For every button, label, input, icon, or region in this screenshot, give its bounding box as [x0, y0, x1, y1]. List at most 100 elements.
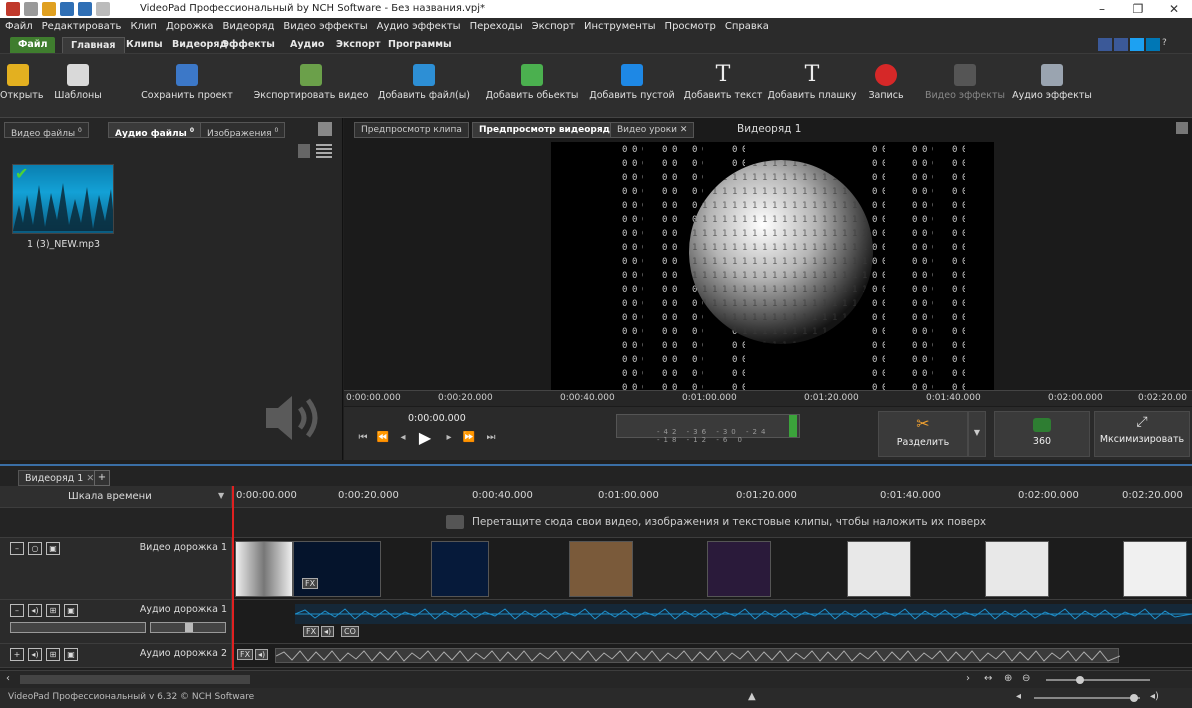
record-button[interactable]: Запись	[864, 58, 908, 101]
volume-down-icon[interactable]: ◂	[1016, 691, 1021, 702]
split-dropdown[interactable]: ▼	[968, 411, 986, 457]
menu-tools[interactable]: Инструменты	[584, 21, 656, 32]
video-clip[interactable]	[569, 541, 633, 597]
menu-file[interactable]: Файл	[5, 21, 33, 32]
tab-audio-files[interactable]: Аудио файлы 0	[108, 122, 202, 139]
master-volume-slider[interactable]	[1034, 694, 1140, 702]
pan-slider[interactable]	[150, 622, 226, 633]
tab-effects[interactable]: Эффекты	[214, 37, 283, 53]
video-effects-button[interactable]: Видео эффекты	[922, 58, 1008, 101]
timeline-scrollbar[interactable]: ‹ › ↔ ⊕ ⊖	[0, 670, 1192, 688]
redo-icon[interactable]	[96, 2, 110, 16]
play-icon[interactable]: ▶	[416, 429, 434, 447]
tab-sequence-1[interactable]: Видеоряд 1 ✕	[18, 470, 102, 486]
menu-edit[interactable]: Редактировать	[42, 21, 122, 32]
expand-track-icon[interactable]: +	[10, 648, 24, 661]
collapse-icon[interactable]: –	[10, 604, 24, 617]
open-folder-icon[interactable]	[42, 2, 56, 16]
undo-icon[interactable]	[78, 2, 92, 16]
maximize-button[interactable]: ⤢ Мксимизировать	[1094, 411, 1190, 457]
overlay-track[interactable]: Перетащите сюда свои видео, изображения …	[0, 508, 1192, 538]
volume-icon[interactable]: ◂)	[28, 648, 42, 661]
like-icon[interactable]	[1098, 38, 1112, 51]
restore-button[interactable]: ❐	[1120, 0, 1156, 18]
step-back-icon[interactable]: ◂	[394, 429, 412, 447]
volume-slider[interactable]	[10, 622, 146, 633]
add-title-button[interactable]: T Добавить плашку	[766, 58, 858, 102]
scroll-left-icon[interactable]: ‹	[6, 673, 10, 684]
menu-video-effects[interactable]: Видео эффекты	[283, 21, 367, 32]
add-objects-button[interactable]: Добавить обьекты	[482, 58, 582, 101]
go-to-end-icon[interactable]: ⏭	[482, 429, 500, 447]
video-clip[interactable]	[847, 541, 911, 597]
master-volume-thumb[interactable]	[1130, 694, 1138, 702]
tab-video-files[interactable]: Видео файлы 0	[4, 122, 89, 139]
video-clip[interactable]	[431, 541, 489, 597]
fx-badge[interactable]: FX	[303, 626, 320, 637]
lock-icon[interactable]: ▣	[64, 604, 78, 617]
audio-clip[interactable]	[275, 648, 1121, 663]
pan-slider-thumb[interactable]	[185, 623, 193, 632]
video-clip[interactable]	[235, 541, 293, 597]
close-button[interactable]: ✕	[1156, 0, 1192, 18]
help-icon[interactable]: ?	[1162, 38, 1176, 51]
menu-transitions[interactable]: Переходы	[470, 21, 523, 32]
tab-programs[interactable]: Программы	[380, 37, 460, 53]
collapse-icon[interactable]: –	[10, 542, 24, 555]
menu-track[interactable]: Дорожка	[166, 21, 214, 32]
twitter-icon[interactable]	[1130, 38, 1144, 51]
fx-badge[interactable]: FX	[302, 578, 319, 589]
bin-options-icon[interactable]	[318, 122, 332, 136]
chain-badge[interactable]: CO	[341, 626, 359, 637]
video-track-1-lane[interactable]: FX	[233, 538, 1192, 600]
tab-images[interactable]: Изображения 0	[200, 122, 286, 139]
zoom-slider-thumb[interactable]	[1076, 676, 1084, 684]
video-clip[interactable]: FX	[293, 541, 381, 597]
scroll-right-icon[interactable]: ›	[966, 673, 970, 684]
tab-video-tutorials[interactable]: Видео уроки ✕	[610, 122, 695, 138]
scroll-thumb[interactable]	[20, 675, 250, 684]
video-clip[interactable]	[985, 541, 1049, 597]
volume-up-icon[interactable]: ◂)	[1150, 691, 1159, 702]
vr360-button[interactable]: 360	[994, 411, 1090, 457]
add-sequence-button[interactable]: +	[94, 470, 110, 486]
audio-clip-thumbnail[interactable]: ✔	[12, 164, 114, 234]
split-button[interactable]: ✂ Разделить	[878, 411, 968, 457]
timeline-scale-selector[interactable]: Шкала времени ▼	[0, 486, 232, 507]
zoom-slider[interactable]	[1046, 676, 1150, 684]
new-file-icon[interactable]	[24, 2, 38, 16]
undock-icon[interactable]	[1176, 122, 1188, 134]
menu-clip[interactable]: Клип	[130, 21, 157, 32]
audio-effects-button[interactable]: Аудио эффекты	[1010, 58, 1094, 101]
list-view-icon[interactable]	[316, 144, 332, 158]
templates-button[interactable]: Шаблоны	[40, 58, 116, 101]
preview-ruler[interactable]: 0:00:00.000 0:00:20.000 0:00:40.000 0:01…	[344, 390, 1192, 406]
linkedin-icon[interactable]	[1146, 38, 1160, 51]
menu-sequence[interactable]: Видеоряд	[223, 21, 275, 32]
lock-icon[interactable]: ▣	[64, 648, 78, 661]
save-icon[interactable]	[60, 2, 74, 16]
volume-icon[interactable]: ◂)	[255, 649, 269, 660]
mixer-icon[interactable]: ⊞	[46, 648, 60, 661]
mixer-icon[interactable]: ⊞	[46, 604, 60, 617]
audio-clip[interactable]	[294, 604, 1192, 624]
zoom-out-icon[interactable]: ⊖	[1022, 673, 1030, 684]
menu-audio-effects[interactable]: Аудио эффекты	[377, 21, 461, 32]
volume-icon[interactable]: ◂)	[321, 626, 335, 637]
volume-icon[interactable]: ◂)	[28, 604, 42, 617]
expand-up-icon[interactable]: ▲	[748, 691, 756, 702]
add-files-button[interactable]: Добавить файл(ы)	[372, 58, 476, 101]
minimize-button[interactable]: –	[1084, 0, 1120, 18]
timeline-scale-row[interactable]: Шкала времени ▼ 0:00:00.000 0:00:20.000 …	[0, 486, 1192, 508]
playhead[interactable]	[232, 486, 234, 670]
add-blank-button[interactable]: Добавить пустой	[586, 58, 678, 101]
tab-file[interactable]: Файл	[10, 37, 56, 53]
tab-home[interactable]: Главная	[62, 37, 125, 53]
lock-icon[interactable]: ▣	[46, 542, 60, 555]
video-clip[interactable]	[707, 541, 771, 597]
zoom-in-icon[interactable]: ⊕	[1004, 673, 1012, 684]
tab-clip-preview[interactable]: Предпросмотр клипа	[354, 122, 469, 138]
tab-audio[interactable]: Аудио	[282, 37, 332, 53]
add-text-button[interactable]: T Добавить текст	[680, 58, 766, 102]
next-frame-icon[interactable]: ⏩	[460, 429, 478, 447]
